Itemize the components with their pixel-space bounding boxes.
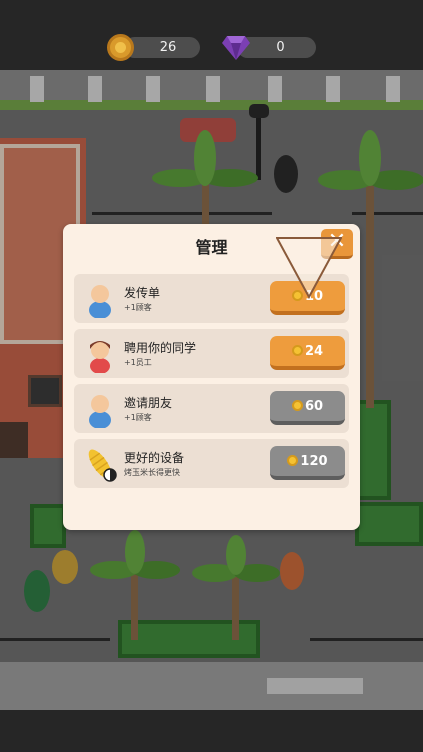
- upgrade-title: 发传单: [124, 286, 161, 300]
- buy-button[interactable]: 60: [270, 391, 345, 425]
- purple-gem-icon: [222, 36, 250, 60]
- coin-count: 26: [159, 40, 177, 55]
- coin-icon: [291, 400, 303, 411]
- tutorial-pointer-icon: [276, 237, 342, 299]
- coin-icon: [291, 345, 303, 356]
- classmate-icon: [90, 341, 110, 373]
- bottom-bar: [0, 710, 423, 752]
- flyer-person-icon: [89, 285, 111, 318]
- price-label: 60: [304, 399, 324, 414]
- upgrade-title: 聘用你的同学: [124, 341, 197, 355]
- price-label: 24: [304, 344, 324, 359]
- upgrade-title: 邀请朋友: [124, 396, 173, 410]
- upgrade-subtitle: 烤玉米长得更快: [124, 468, 180, 477]
- gem-count: 0: [276, 40, 285, 55]
- coin-counter: 26: [124, 37, 200, 58]
- friend-icon: [89, 395, 111, 428]
- corn-icon: [88, 449, 117, 482]
- price-label: 120: [300, 454, 328, 469]
- upgrade-row: 聘用你的同学 +1员工 24: [74, 329, 349, 378]
- buy-button[interactable]: 24: [270, 336, 345, 370]
- upgrade-subtitle: +1员工: [124, 358, 152, 367]
- upgrade-row: 邀请朋友 +1顾客 60: [74, 384, 349, 433]
- gold-coin-icon: [107, 34, 134, 61]
- buy-button[interactable]: 120: [270, 446, 345, 480]
- top-hud: 26 0: [0, 0, 423, 70]
- upgrade-subtitle: +1顾客: [124, 303, 152, 312]
- upgrade-title: 更好的设备: [124, 451, 185, 465]
- upgrade-subtitle: +1顾客: [124, 413, 152, 422]
- coin-icon: [287, 455, 299, 466]
- upgrade-row: 更好的设备 烤玉米长得更快 120: [74, 439, 349, 488]
